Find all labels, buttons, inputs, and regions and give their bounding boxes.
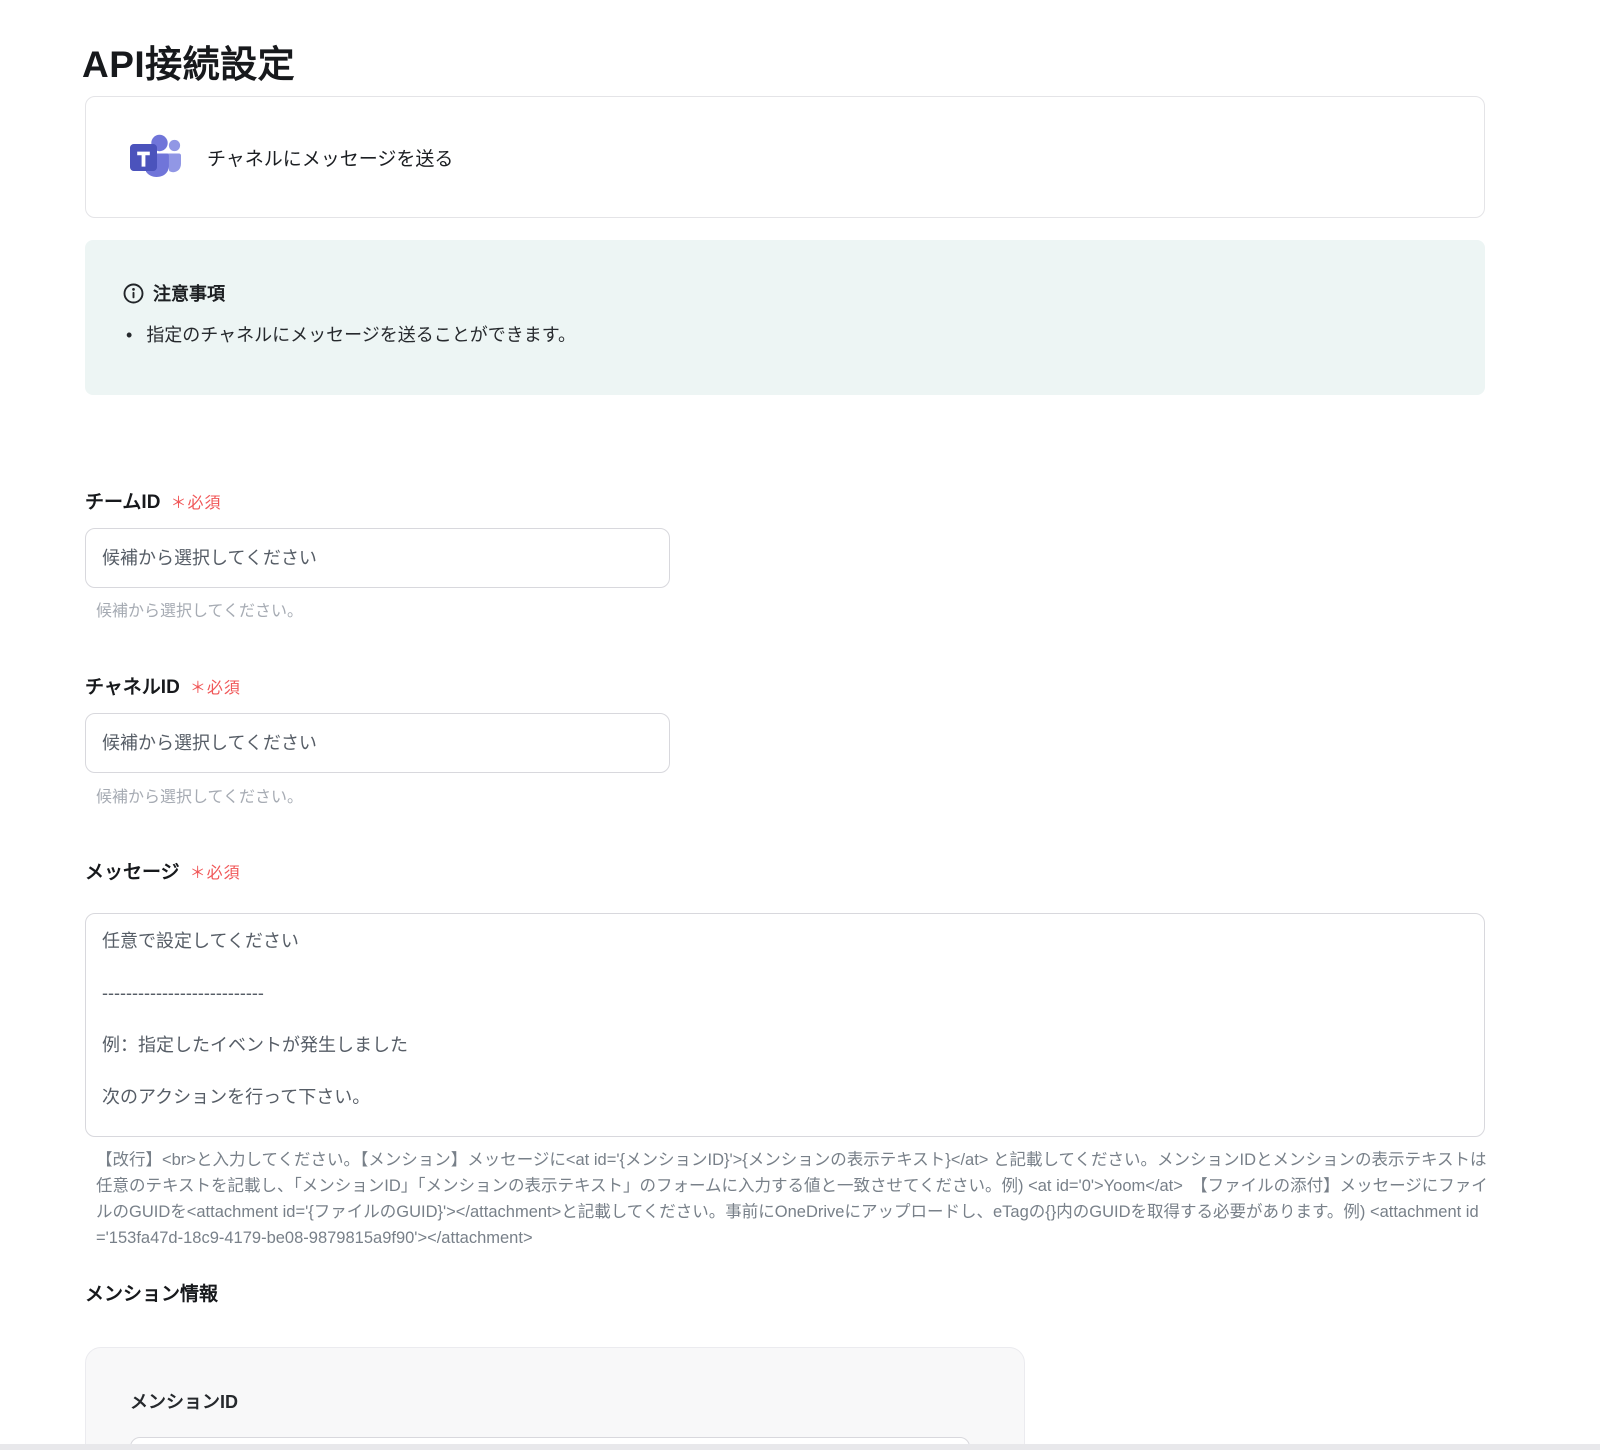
channel-id-helper-text: 候補から選択してください。	[96, 789, 304, 806]
required-badge: ＊必須	[170, 495, 222, 512]
page-title: API接続設定	[82, 43, 296, 85]
message-label-text: メッセージ	[85, 862, 180, 883]
team-id-label-text: チームID	[85, 492, 161, 513]
channel-id-label: チャネルID ＊必須	[85, 672, 241, 699]
message-helper-text: 【改行】<br>と入力してください。【メンション】メッセージに<at id='{…	[96, 1151, 1488, 1247]
note-list-item: • 指定のチャネルにメッセージを送ることができます。	[123, 323, 1447, 347]
message-textarea[interactable]	[85, 913, 1485, 1137]
note-title: 注意事項	[153, 284, 225, 304]
mention-section-heading: メンション情報	[85, 1284, 219, 1305]
required-badge: ＊必須	[189, 680, 241, 697]
mention-id-label: メンションID	[130, 1392, 238, 1412]
team-id-label: チームID ＊必須	[85, 487, 221, 514]
microsoft-teams-icon	[129, 133, 183, 181]
action-label: チャネルにメッセージを送る	[207, 148, 454, 170]
team-id-helper-text: 候補から選択してください。	[96, 603, 304, 620]
bullet-icon: •	[126, 325, 133, 345]
channel-id-input[interactable]	[85, 713, 670, 773]
info-icon	[123, 283, 144, 303]
bottom-edge-strip	[0, 1444, 1600, 1450]
required-badge: ＊必須	[189, 865, 241, 882]
action-summary-card: チャネルにメッセージを送る	[85, 96, 1485, 218]
channel-id-label-text: チャネルID	[85, 677, 180, 698]
note-header: 注意事項	[123, 280, 1447, 306]
api-connection-settings-page: API接続設定 チャネルにメッセージを送る 注意事項 • 指定のチャネルにメッセ…	[0, 0, 1600, 1450]
note-item-text: 指定のチャネルにメッセージを送ることができます。	[146, 325, 576, 345]
message-label: メッセージ ＊必須	[85, 857, 241, 884]
note-box: 注意事項 • 指定のチャネルにメッセージを送ることができます。	[85, 240, 1485, 395]
team-id-input[interactable]	[85, 528, 670, 588]
